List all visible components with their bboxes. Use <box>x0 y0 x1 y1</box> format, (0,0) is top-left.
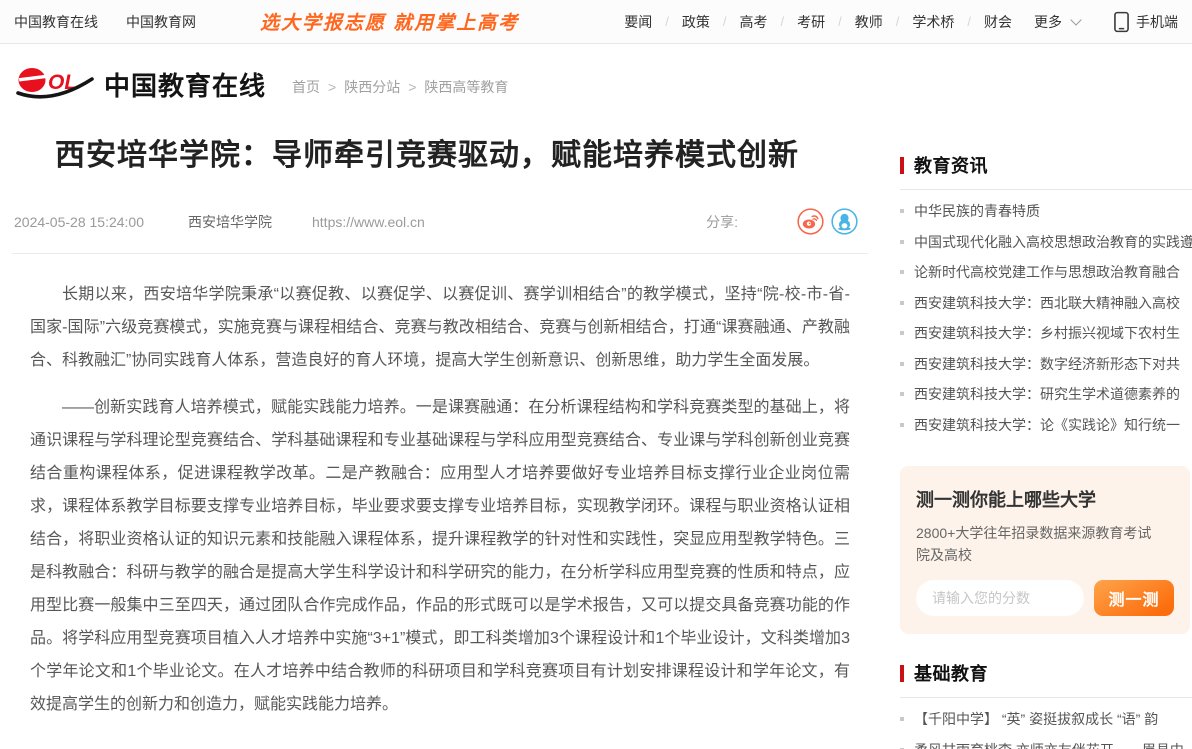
breadcrumb-shaanxi[interactable]: 陕西分站 <box>344 77 400 97</box>
news-link[interactable]: 中国式现代化融入高校思想政治教育的实践遵 <box>914 232 1192 252</box>
paragraph: 长期以来，西安培华学院秉承“以赛促教、以赛促学、以赛促训、赛学训相结合”的教学模… <box>30 278 850 377</box>
nav-separator: / <box>958 14 980 29</box>
news-link[interactable]: 论新时代高校党建工作与思想政治教育融合 <box>914 262 1180 282</box>
nav-item-jiaoshi[interactable]: 教师 <box>851 12 887 32</box>
promo-form: 测一测 <box>916 580 1174 616</box>
news-section: 教育资讯 中华民族的青春特质 中国式现代化融入高校思想政治教育的实践遵 论新时代… <box>900 152 1192 440</box>
promo-subtitle: 2800+大学往年招录数据来源教育考试院及高校 <box>916 522 1156 566</box>
nav-separator: / <box>772 14 794 29</box>
topbar-left: 中国教育在线 中国教育网 选大学报志愿 就用掌上高考 <box>14 8 519 35</box>
news-section-title: 教育资讯 <box>914 152 988 178</box>
list-item[interactable]: 论新时代高校党建工作与思想政治教育融合 <box>900 257 1192 288</box>
article-url: https://www.eol.cn <box>312 214 425 230</box>
bullet-icon <box>900 301 904 305</box>
nav-item-zhengce[interactable]: 政策 <box>678 12 714 32</box>
list-item[interactable]: 西安建筑科技大学：研究生学术道德素养的 <box>900 379 1192 410</box>
mobile-site-link[interactable]: 手机端 <box>1114 11 1178 33</box>
red-bar-icon <box>900 157 904 174</box>
list-item[interactable]: 中国式现代化融入高校思想政治教育的实践遵 <box>900 227 1192 258</box>
smartphone-icon <box>1114 11 1129 33</box>
publish-date: 2024-05-28 15:24:00 <box>14 214 144 230</box>
bullet-icon <box>900 270 904 274</box>
mobile-label: 手机端 <box>1136 12 1178 32</box>
news-link[interactable]: 西安建筑科技大学：数字经济新形态下对共 <box>914 354 1180 374</box>
nav-item-yaowen[interactable]: 要闻 <box>620 12 656 32</box>
article-body: 长期以来，西安培华学院秉承“以赛促教、以赛促学、以赛促训、赛学训相结合”的教学模… <box>12 254 868 721</box>
article: 西安培华学院：导师牵引竞赛驱动，赋能培养模式创新 2024-05-28 15:2… <box>12 114 868 749</box>
page: 中国教育在线 中国教育网 选大学报志愿 就用掌上高考 要闻 / 政策 / 高考 … <box>0 0 1192 749</box>
share-bar: 分享: <box>706 208 866 235</box>
list-item[interactable]: 【千阳中学】 “英” 姿挺拔叙成长 “语” 韵 <box>900 704 1192 735</box>
nav-item-kaoyan[interactable]: 考研 <box>793 12 829 32</box>
nav-separator: / <box>656 14 678 29</box>
chevron-down-icon <box>1070 14 1081 25</box>
site-link-edu-net[interactable]: 中国教育网 <box>126 12 196 32</box>
nav-item-xueshuqiao[interactable]: 学术桥 <box>908 12 958 32</box>
weibo-share-icon[interactable] <box>797 208 824 235</box>
share-label: 分享: <box>706 212 738 232</box>
basic-edu-section: 基础教育 【千阳中学】 “英” 姿挺拔叙成长 “语” 韵 柔风甘雨育桃李,亦师亦… <box>900 660 1192 749</box>
news-link[interactable]: 西安建筑科技大学：乡村振兴视域下农村生 <box>914 323 1180 343</box>
news-link[interactable]: 西安建筑科技大学：研究生学术道德素养的 <box>914 384 1180 404</box>
news-link[interactable]: 【千阳中学】 “英” 姿挺拔叙成长 “语” 韵 <box>914 709 1158 729</box>
bullet-icon <box>900 392 904 396</box>
bullet-icon <box>900 423 904 427</box>
news-link[interactable]: 西安建筑科技大学：西北联大精神融入高校 <box>914 293 1180 313</box>
basic-edu-section-title: 基础教育 <box>914 660 988 686</box>
score-input[interactable] <box>916 580 1084 616</box>
gaokao-slogan-banner[interactable]: 选大学报志愿 就用掌上高考 <box>260 8 519 35</box>
bullet-icon <box>900 240 904 244</box>
breadcrumb: 首页 > 陕西分站 > 陕西高等教育 <box>292 71 508 97</box>
nav-separator: / <box>714 14 736 29</box>
list-item[interactable]: 西安建筑科技大学：数字经济新形态下对共 <box>900 349 1192 380</box>
nav-separator: / <box>887 14 909 29</box>
content: 西安培华学院：导师牵引竞赛驱动，赋能培养模式创新 2024-05-28 15:2… <box>0 114 1192 749</box>
bullet-icon <box>900 717 904 721</box>
red-bar-icon <box>900 665 904 682</box>
news-link[interactable]: 柔风甘雨育桃李,亦师亦友伴花开——眉县中 <box>914 740 1184 749</box>
article-source: 西安培华学院 <box>188 212 272 232</box>
promo-title: 测一测你能上哪些大学 <box>916 486 1174 512</box>
breadcrumb-higher-edu[interactable]: 陕西高等教育 <box>424 77 508 97</box>
list-item[interactable]: 柔风甘雨育桃李,亦师亦友伴花开——眉县中 <box>900 735 1192 749</box>
basic-edu-section-header: 基础教育 <box>900 660 1192 686</box>
topbar-nav: 要闻 / 政策 / 高考 / 考研 / 教师 / 学术桥 / 财会 更多 手机端 <box>620 11 1178 33</box>
nav-item-gaokao[interactable]: 高考 <box>736 12 772 32</box>
article-title: 西安培华学院：导师牵引竞赛驱动，赋能培养模式创新 <box>12 114 868 174</box>
score-test-promo-card: 测一测你能上哪些大学 2800+大学往年招录数据来源教育考试院及高校 测一测 <box>900 466 1190 634</box>
basic-edu-list: 【千阳中学】 “英” 姿挺拔叙成长 “语” 韵 柔风甘雨育桃李,亦师亦友伴花开—… <box>900 704 1192 749</box>
list-item[interactable]: 西安建筑科技大学：乡村振兴视域下农村生 <box>900 318 1192 349</box>
news-link[interactable]: 中华民族的青春特质 <box>914 201 1040 221</box>
divider <box>900 189 1192 190</box>
bullet-icon <box>900 331 904 335</box>
sidebar: 教育资讯 中华民族的青春特质 中国式现代化融入高校思想政治教育的实践遵 论新时代… <box>900 114 1192 749</box>
news-list: 中华民族的青春特质 中国式现代化融入高校思想政治教育的实践遵 论新时代高校党建工… <box>900 196 1192 440</box>
paragraph: ——创新实践育人培养模式，赋能实践能力培养。一是课赛融通：在分析课程结构和学科竞… <box>30 391 850 721</box>
more-menu[interactable]: 更多 <box>1030 12 1080 32</box>
divider <box>900 697 1192 698</box>
breadcrumb-home[interactable]: 首页 <box>292 77 320 97</box>
article-meta: 2024-05-28 15:24:00 西安培华学院 https://www.e… <box>12 208 868 254</box>
more-label: 更多 <box>1030 12 1066 32</box>
list-item[interactable]: 西安建筑科技大学：论《实践论》知行统一 <box>900 410 1192 441</box>
test-button[interactable]: 测一测 <box>1094 580 1174 616</box>
list-item[interactable]: 西安建筑科技大学：西北联大精神融入高校 <box>900 288 1192 319</box>
top-bar: 中国教育在线 中国教育网 选大学报志愿 就用掌上高考 要闻 / 政策 / 高考 … <box>0 0 1192 44</box>
news-link[interactable]: 西安建筑科技大学：论《实践论》知行统一 <box>914 415 1180 435</box>
site-link-eol[interactable]: 中国教育在线 <box>14 12 98 32</box>
news-section-header: 教育资讯 <box>900 152 1192 178</box>
qq-share-icon[interactable] <box>831 208 858 235</box>
breadcrumb-separator: > <box>408 79 416 95</box>
breadcrumb-separator: > <box>328 79 336 95</box>
header-row: OL 中国教育在线 首页 > 陕西分站 > 陕西高等教育 <box>0 44 1192 114</box>
nav-item-caikuai[interactable]: 财会 <box>980 12 1016 32</box>
logo-text: 中国教育在线 <box>104 66 266 103</box>
nav-separator: / <box>829 14 851 29</box>
bullet-icon <box>900 362 904 366</box>
bullet-icon <box>900 209 904 213</box>
eol-logo[interactable]: OL 中国教育在线 <box>16 64 266 104</box>
list-item[interactable]: 中华民族的青春特质 <box>900 196 1192 227</box>
eol-logo-icon: OL <box>16 64 96 104</box>
